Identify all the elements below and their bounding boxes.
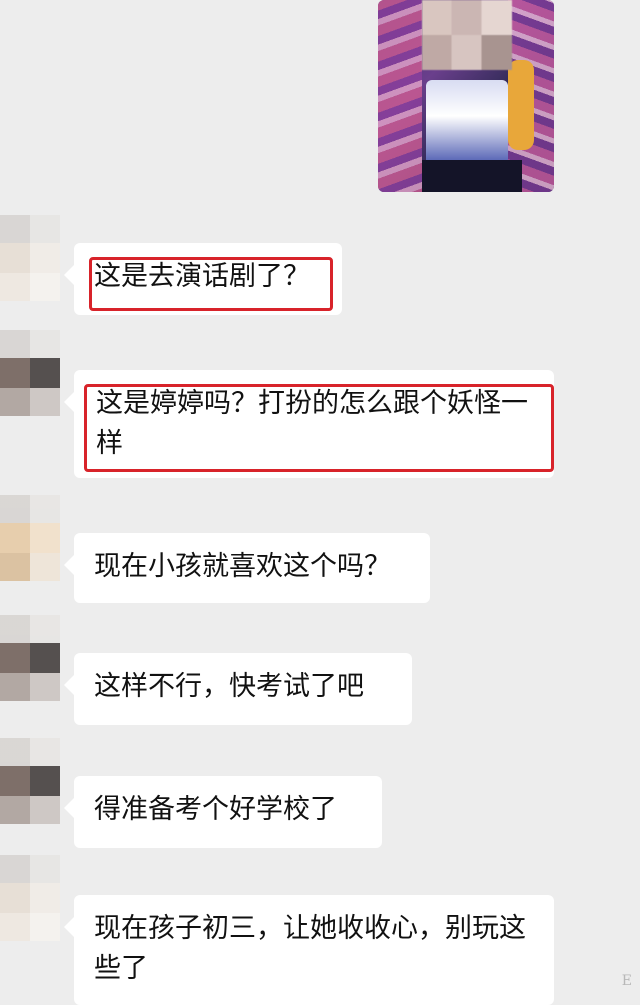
message-text: 这样不行，快考试了吧 — [94, 671, 364, 702]
avatar-pixel — [30, 273, 60, 301]
message-text: 现在孩子初三，让她收收心，别玩这些了 — [94, 913, 526, 984]
message-bubble[interactable]: 得准备考个好学校了 — [64, 776, 382, 848]
shared-photo-message[interactable] — [378, 0, 554, 192]
watermark: E — [621, 973, 632, 989]
chat-window: 这是去演话剧了？ 这是婷婷吗？打扮的怎么跟个妖怪一样 现在小孩就喜欢这个吗？ 这… — [0, 0, 640, 1005]
avatar-pixel — [30, 523, 60, 553]
avatar-pixel — [30, 643, 60, 673]
avatar-pixel — [0, 553, 30, 581]
message-text: 得准备考个好学校了 — [94, 794, 337, 825]
message-bubble[interactable]: 现在孩子初三，让她收收心，别玩这些了 — [64, 895, 554, 1005]
avatar-pixel — [30, 388, 60, 416]
avatar-pixel — [0, 643, 30, 673]
message-text: 这是去演话剧了？ — [94, 261, 310, 292]
avatar-pixel — [0, 523, 30, 553]
avatar-pixel — [0, 243, 30, 273]
avatar[interactable] — [0, 855, 60, 941]
avatar-pixel — [30, 766, 60, 796]
avatar[interactable] — [0, 215, 60, 301]
avatar-pixel — [30, 673, 60, 701]
avatar-pixel — [30, 913, 60, 941]
avatar-pixel — [0, 883, 30, 913]
avatar-pixel — [0, 358, 30, 388]
avatar-pixel — [0, 673, 30, 701]
avatar-pixel — [30, 883, 60, 913]
avatar[interactable] — [0, 738, 60, 824]
avatar-pixel — [0, 913, 30, 941]
avatar-pixel — [0, 766, 30, 796]
message-bubble[interactable]: 这是婷婷吗？打扮的怎么跟个妖怪一样 — [64, 370, 554, 478]
avatar-pixel — [30, 243, 60, 273]
avatar-pixel — [30, 358, 60, 388]
message-text: 现在小孩就喜欢这个吗？ — [94, 551, 391, 582]
avatar-pixel — [30, 553, 60, 581]
photo-background-left — [378, 0, 422, 192]
avatar-pixel — [0, 273, 30, 301]
avatar-pixel — [30, 796, 60, 824]
photo-blurred-face — [422, 0, 512, 70]
avatar-pixel — [0, 796, 30, 824]
message-bubble[interactable]: 这是去演话剧了？ — [64, 243, 342, 315]
avatar[interactable] — [0, 330, 60, 416]
message-bubble[interactable]: 这样不行，快考试了吧 — [64, 653, 412, 725]
avatar[interactable] — [0, 615, 60, 701]
photo-legs — [422, 160, 522, 192]
photo-hair — [508, 60, 534, 150]
message-text: 这是婷婷吗？打扮的怎么跟个妖怪一样 — [96, 388, 528, 459]
message-bubble[interactable]: 现在小孩就喜欢这个吗？ — [64, 533, 430, 603]
photo-costume — [426, 80, 508, 170]
avatar-pixel — [0, 388, 30, 416]
avatar[interactable] — [0, 495, 60, 581]
